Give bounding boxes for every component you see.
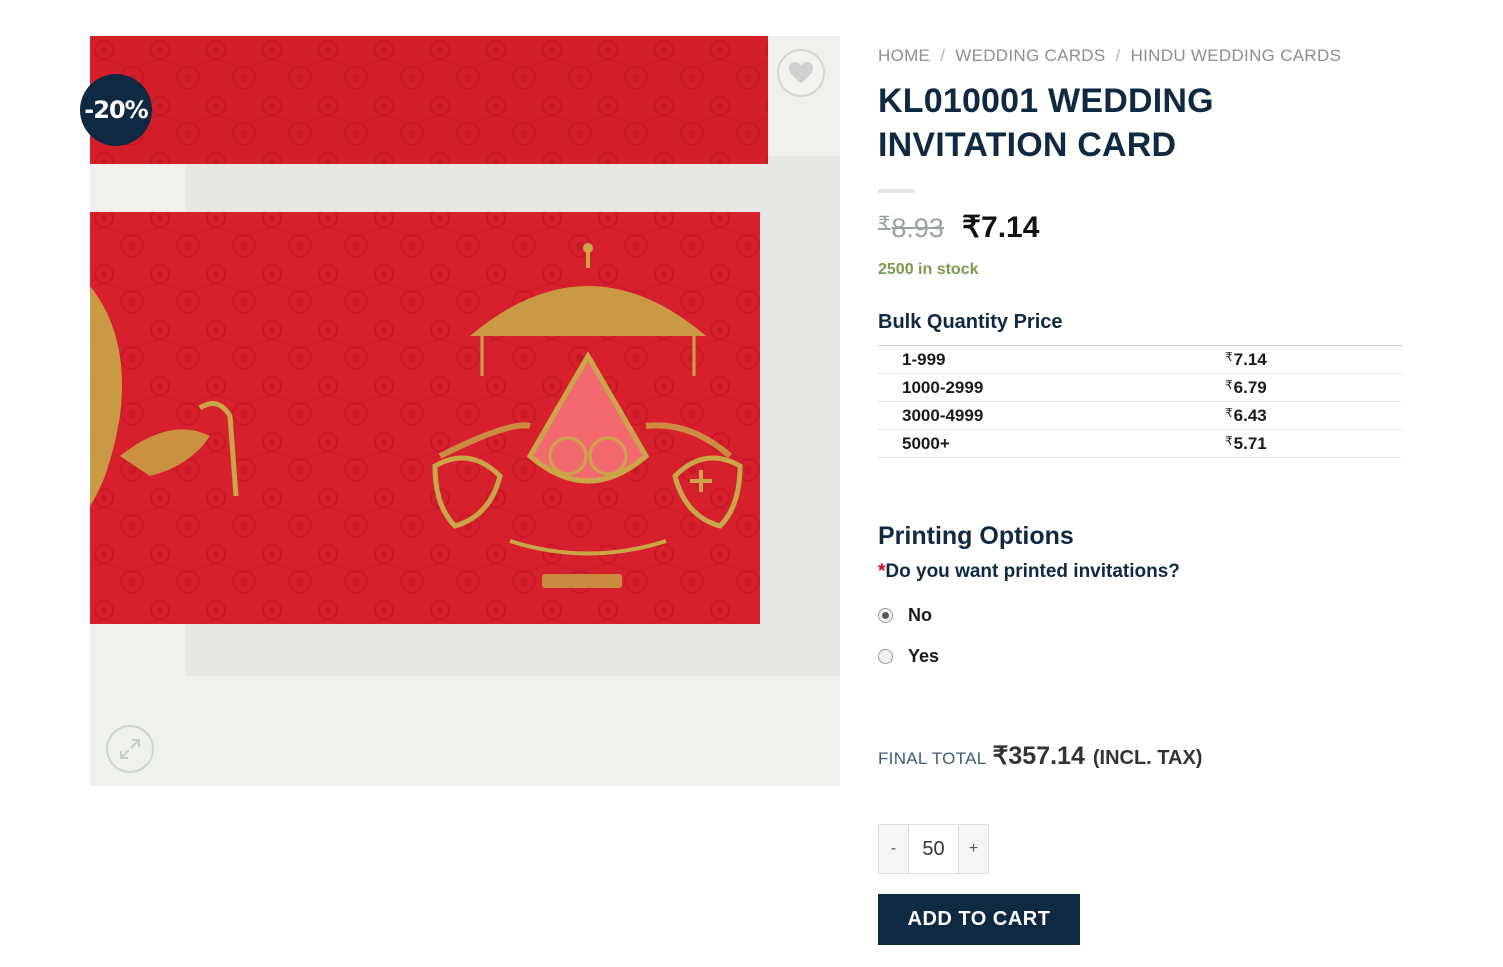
- sale-price-value: 7.14: [981, 211, 1040, 244]
- stock-status: 2500 in stock: [878, 261, 979, 278]
- final-total-label: FINAL TOTAL: [878, 749, 987, 768]
- printing-option-no[interactable]: No: [878, 605, 1403, 626]
- table-row: 1000-2999 ₹6.79: [878, 373, 1403, 402]
- breadcrumb: HOME / WEDDING CARDS / HINDU WEDDING CARDS: [878, 46, 1403, 66]
- bulk-quantity-range: 5000+: [878, 429, 1225, 458]
- currency-symbol: ₹: [1225, 377, 1233, 392]
- bulk-price-value: 5.71: [1233, 433, 1267, 453]
- product-summary: HOME / WEDDING CARDS / HINDU WEDDING CARDS K…: [878, 46, 1403, 945]
- currency-symbol: ₹: [878, 213, 891, 236]
- printing-option-yes[interactable]: Yes: [878, 646, 1403, 667]
- bulk-unit-price: ₹6.43: [1225, 401, 1403, 430]
- printing-question-text: Do you want printed invitations?: [885, 561, 1180, 582]
- printing-options-heading: Printing Options: [878, 522, 1074, 550]
- radio-button-yes[interactable]: [878, 649, 893, 664]
- bulk-price-value: 6.43: [1233, 405, 1267, 425]
- printing-option-label: Yes: [908, 646, 940, 666]
- tax-note: (INCL. TAX): [1092, 747, 1203, 769]
- printing-question: *Do you want printed invitations?: [878, 561, 1403, 583]
- bulk-price-table: 1-999 ₹7.14 1000-2999 ₹6.79 3000-4999 ₹6…: [878, 345, 1403, 458]
- sale-price: ₹7.14: [962, 210, 1039, 245]
- invitation-card-photo: [90, 36, 840, 786]
- bulk-price-value: 6.79: [1233, 377, 1267, 397]
- currency-symbol: ₹: [961, 211, 982, 244]
- quantity-input[interactable]: [908, 825, 959, 873]
- bulk-unit-price: ₹6.79: [1225, 373, 1403, 402]
- bulk-quantity-range: 1-999: [878, 345, 1225, 374]
- table-row: 3000-4999 ₹6.43: [878, 401, 1403, 430]
- sale-badge: -20%: [80, 74, 152, 146]
- final-total: FINAL TOTAL ₹357.14 (INCL. TAX): [878, 741, 1403, 771]
- breadcrumb-wedding-cards[interactable]: WEDDING CARDS: [955, 46, 1105, 65]
- currency-symbol: ₹: [1225, 349, 1233, 364]
- printing-option-label: No: [908, 605, 932, 625]
- breadcrumb-hindu-wedding-cards[interactable]: HINDU WEDDING CARDS: [1131, 46, 1342, 65]
- table-row: 5000+ ₹5.71: [878, 429, 1403, 458]
- quantity-stepper: - +: [878, 824, 989, 874]
- breadcrumb-separator: /: [1115, 46, 1121, 65]
- breadcrumb-separator: /: [940, 46, 946, 65]
- add-to-cart-button[interactable]: ADD TO CART: [878, 894, 1080, 945]
- heart-icon: [789, 62, 813, 83]
- product-title: KL010001 WEDDING INVITATION CARD: [878, 82, 1214, 164]
- bulk-price-heading: Bulk Quantity Price: [878, 311, 1063, 333]
- original-price-value: 8.93: [891, 213, 944, 243]
- currency-symbol: ₹: [1225, 433, 1233, 448]
- breadcrumb-home[interactable]: HOME: [878, 46, 930, 65]
- radio-button-no[interactable]: [878, 608, 893, 623]
- title-divider: [878, 189, 915, 193]
- product-image[interactable]: [90, 36, 840, 786]
- table-row: 1-999 ₹7.14: [878, 345, 1403, 374]
- currency-symbol: ₹: [1225, 405, 1233, 420]
- bulk-quantity-range: 3000-4999: [878, 401, 1225, 430]
- bulk-price-value: 7.14: [1233, 349, 1267, 369]
- final-total-value: ₹357.14: [992, 742, 1085, 770]
- quantity-decrease-button[interactable]: -: [879, 825, 908, 873]
- zoom-button[interactable]: [106, 725, 154, 773]
- expand-icon: [120, 739, 140, 759]
- price: ₹8.93 ₹7.14: [878, 210, 1403, 245]
- bulk-unit-price: ₹5.71: [1225, 429, 1403, 458]
- quantity-increase-button[interactable]: +: [959, 825, 988, 873]
- bulk-unit-price: ₹7.14: [1225, 345, 1403, 374]
- original-price: ₹8.93: [878, 212, 944, 244]
- wishlist-button[interactable]: [777, 49, 825, 97]
- bulk-quantity-range: 1000-2999: [878, 373, 1225, 402]
